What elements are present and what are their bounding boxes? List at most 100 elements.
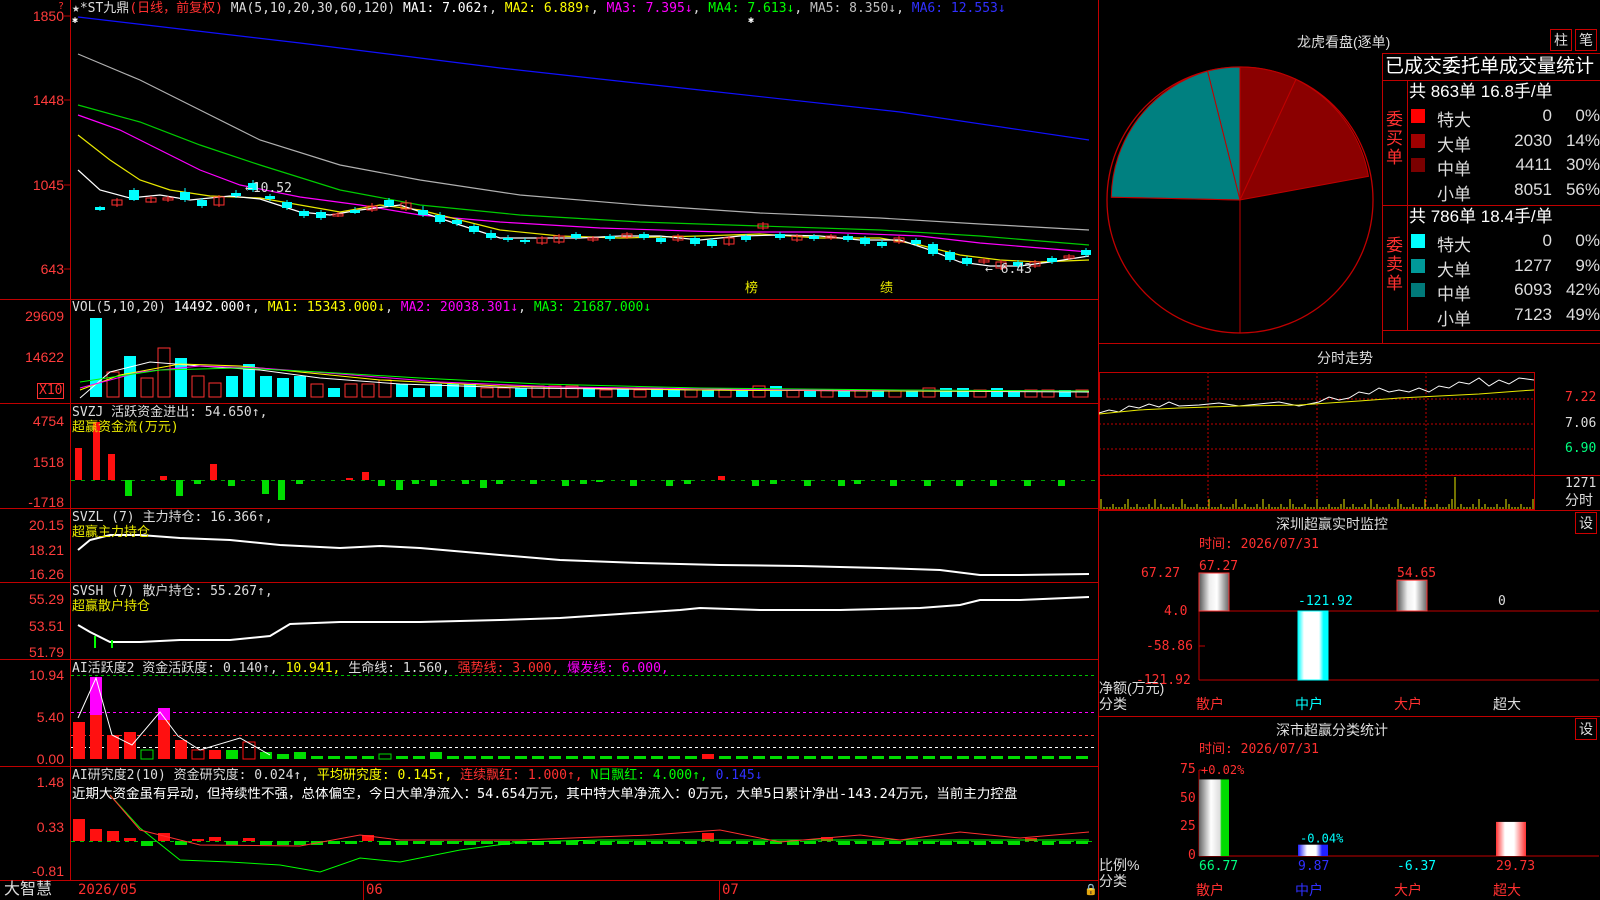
y-tick: 1.48 xyxy=(36,774,64,790)
research-bar xyxy=(1076,841,1088,844)
research-bar xyxy=(804,841,816,844)
monitor-category-label: 超大 xyxy=(1493,696,1521,712)
research-bar xyxy=(413,841,425,844)
class-time: 时间: 2026/07/31 xyxy=(1199,742,1319,757)
class-settings-button[interactable]: 设 xyxy=(1575,718,1597,740)
order-volume: 6093 xyxy=(1514,280,1552,299)
ma2-line xyxy=(77,134,1090,263)
fund-flow-bar xyxy=(396,480,403,490)
ai-active-v2: 10.941, xyxy=(285,661,341,676)
order-percent: 49% xyxy=(1565,304,1600,324)
fund-flow-bar xyxy=(1024,480,1031,486)
volume-bar xyxy=(786,389,800,398)
volume-bar xyxy=(396,384,408,397)
app-brand[interactable]: 大智慧 xyxy=(4,881,52,899)
research-bar xyxy=(90,829,102,841)
candle-body xyxy=(95,207,105,210)
y-tick: 4754 xyxy=(32,413,64,429)
activity-bar xyxy=(345,756,357,759)
lock-icon[interactable]: 🔒 xyxy=(1084,883,1098,897)
candle-body xyxy=(265,196,275,199)
y-tick: 67.27 xyxy=(1141,566,1181,581)
activity-bar xyxy=(1008,756,1020,759)
activity-bar xyxy=(821,756,833,759)
y-tick: 1518 xyxy=(32,454,64,470)
y-tick: 1448 xyxy=(32,92,64,108)
order-percent: 14% xyxy=(1565,130,1600,150)
activity-bar xyxy=(804,756,816,759)
order-percent: 0% xyxy=(1575,106,1600,125)
research-bar xyxy=(923,841,935,844)
order-percent: 56% xyxy=(1565,179,1600,199)
ai-active-v3: 生命线: 1.560, xyxy=(348,661,450,676)
ai-comment: 近期大资金虽有异动，但持续性不强，总体偏空，今日大单净流入：54.654万元，其… xyxy=(72,787,1018,801)
research-bar xyxy=(226,841,238,845)
activity-bar xyxy=(736,756,748,759)
activity-bar xyxy=(107,735,119,759)
stock-name[interactable]: ★*ST九鼎 xyxy=(72,1,129,16)
activity-bar xyxy=(191,749,205,760)
volume-bar xyxy=(668,390,680,397)
color-swatch xyxy=(1411,307,1425,322)
buy-order-row: 中单 4411 30% xyxy=(1409,153,1600,179)
earnings-marker[interactable]: 绩 xyxy=(880,282,893,296)
ai-active-v4: 强势线: 3.000, xyxy=(457,661,560,676)
volume-bar xyxy=(684,389,698,398)
volume-bar xyxy=(413,388,425,397)
fund-flow-bar xyxy=(462,480,469,484)
activity-bar xyxy=(889,756,901,759)
research-bar xyxy=(464,841,476,845)
activity-bar xyxy=(940,756,952,759)
volume-bar xyxy=(361,383,375,398)
ma2-value: MA2: 6.889↑ xyxy=(504,1,591,16)
period-label[interactable]: (日线，前复权) xyxy=(129,1,223,16)
fund-flow-bar xyxy=(854,480,861,484)
fund-flow-bar xyxy=(176,480,183,496)
research-bar xyxy=(957,841,969,844)
activity-bar xyxy=(294,752,306,759)
class-category-label: 大户 xyxy=(1394,882,1422,898)
y-tick: 5.40 xyxy=(36,709,64,725)
research-bar xyxy=(277,841,289,845)
class-value-label: 66.77 xyxy=(1199,859,1238,874)
fund-flow-bar xyxy=(752,480,759,486)
research-bar xyxy=(566,841,578,845)
dragon-list-marker[interactable]: 榜 xyxy=(745,282,758,296)
ai-research-v4: N日飘红: 4.000↑, xyxy=(590,768,708,783)
fund-flow-bar xyxy=(278,480,285,500)
research-bar xyxy=(685,841,697,844)
fund-flow-bar xyxy=(125,480,132,496)
activity-bar xyxy=(328,756,340,759)
chart-area[interactable]: ★*ST九鼎(日线，前复权) MA(5,10,20,30,60,120) MA1… xyxy=(0,0,1099,900)
monitor-settings-button[interactable]: 设 xyxy=(1575,512,1597,534)
candle-body xyxy=(809,236,819,239)
research-bar xyxy=(906,841,918,845)
research-bar xyxy=(107,831,119,841)
activity-bar xyxy=(583,756,595,759)
candle-body xyxy=(384,200,394,206)
buy-orders-label: 委买单 xyxy=(1386,110,1403,167)
high-price-label: ←10.52 xyxy=(245,181,292,196)
x-tick: 2026/05 xyxy=(78,882,138,898)
order-percent: 0% xyxy=(1575,231,1600,250)
research-bar xyxy=(753,841,765,845)
tick-mode-button[interactable]: 笔 xyxy=(1575,29,1597,51)
color-swatch xyxy=(1411,158,1425,172)
y-tick: 10.94 xyxy=(28,667,64,683)
research-bar xyxy=(940,841,952,845)
fund-flow-bar xyxy=(108,454,115,480)
class-axis-label: 分类 xyxy=(1099,873,1127,889)
y-tick: 0.33 xyxy=(36,819,64,835)
activity-bar xyxy=(140,749,154,760)
order-volume: 0 xyxy=(1542,231,1552,250)
volume-bar xyxy=(430,384,442,397)
monitor-axis-label: 分类 xyxy=(1099,696,1127,712)
svzj-header: SVZJ 活跃资金进出: 54.650↑, xyxy=(72,405,268,420)
y-tick: 14622 xyxy=(25,349,64,365)
right-panel: 67.27 -121.92 54.65 0 66.77 +0.02% 9.87 -0.04%… xyxy=(1099,0,1600,900)
monitor-value-label: 67.27 xyxy=(1199,559,1238,574)
ai-research-header: AI研究度2(10) 资金研究度: 0.024↑, xyxy=(72,768,310,783)
class-bar xyxy=(1496,821,1526,856)
fund-flow-bar xyxy=(890,480,897,486)
bar-mode-button[interactable]: 柱 xyxy=(1550,29,1572,51)
